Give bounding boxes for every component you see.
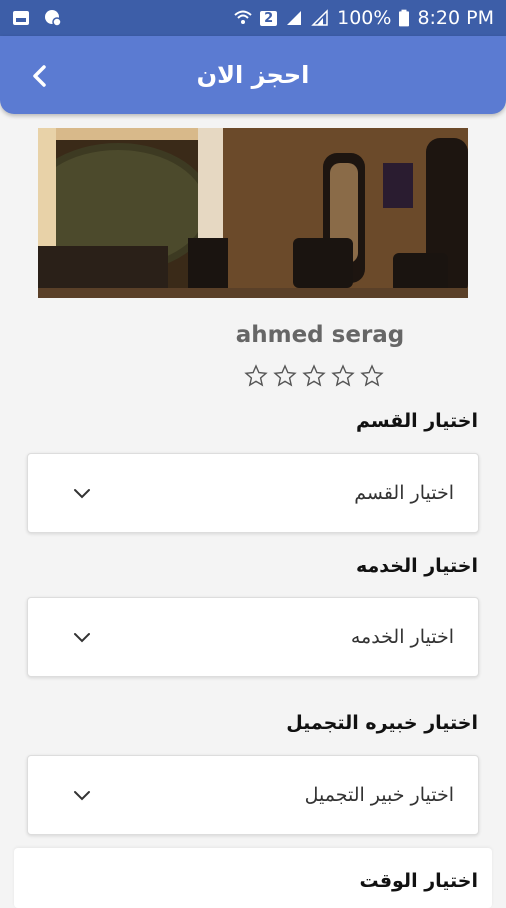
wifi-icon bbox=[234, 10, 252, 24]
stylist-name: ahmed serag bbox=[235, 322, 405, 348]
chevron-down-icon bbox=[74, 633, 90, 643]
chevron-left-icon bbox=[33, 65, 46, 87]
back-button[interactable] bbox=[20, 56, 60, 96]
star-icon[interactable] bbox=[360, 364, 384, 388]
star-icon[interactable] bbox=[273, 364, 297, 388]
chat-icon bbox=[45, 10, 62, 27]
star-icon[interactable] bbox=[331, 364, 355, 388]
stylist-label: اختيار خبيره التجميل bbox=[286, 712, 478, 734]
battery-icon bbox=[399, 9, 410, 27]
department-select[interactable]: اختيار القسم bbox=[27, 453, 479, 533]
rating-stars[interactable] bbox=[244, 364, 384, 388]
service-label: اختيار الخدمه bbox=[355, 555, 478, 577]
time-label: اختيار الوقت bbox=[359, 870, 478, 892]
service-select[interactable]: اختيار الخدمه bbox=[27, 597, 479, 677]
clock: 8:20 PM bbox=[417, 7, 494, 29]
signal-icon bbox=[287, 11, 302, 25]
stylist-value: اختيار خبير التجميل bbox=[304, 784, 454, 806]
salon-photo bbox=[38, 128, 468, 298]
department-value: اختيار القسم bbox=[354, 482, 454, 504]
service-value: اختيار الخدمه bbox=[350, 626, 454, 648]
page-title: احجز الان bbox=[196, 61, 310, 89]
chevron-down-icon bbox=[74, 489, 90, 499]
department-label: اختيار القسم bbox=[356, 410, 478, 432]
stylist-select[interactable]: اختيار خبير التجميل bbox=[27, 755, 479, 835]
signal-icon-2 bbox=[311, 9, 328, 26]
star-icon[interactable] bbox=[302, 364, 326, 388]
app-bar: احجز الان bbox=[0, 36, 506, 114]
battery-level: 100% bbox=[337, 7, 392, 29]
sim-badge: 2 bbox=[260, 10, 278, 26]
star-icon[interactable] bbox=[244, 364, 268, 388]
status-bar: 2 100% 8:20 PM bbox=[0, 0, 506, 36]
chevron-down-icon bbox=[74, 791, 90, 801]
gallery-icon bbox=[13, 11, 29, 25]
